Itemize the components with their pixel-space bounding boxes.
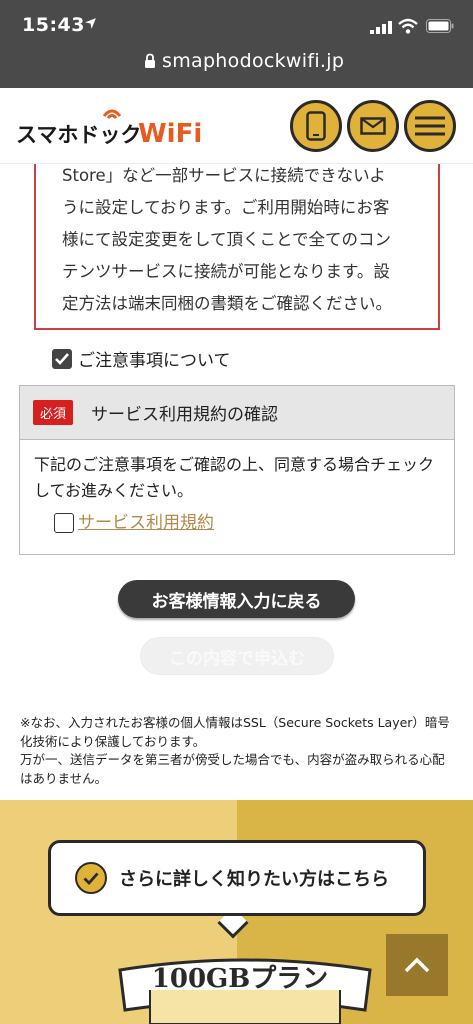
wifi-icon	[398, 18, 418, 34]
terms-section-title: サービス利用規約の確認	[91, 405, 279, 425]
checkmark-icon	[55, 352, 69, 365]
status-bar: 15:43	[0, 0, 473, 44]
scroll-to-top-button[interactable]	[386, 934, 448, 996]
logo-text-wifi: WiFi	[138, 119, 202, 149]
notice-line: テンツサービスに接続が可能となります。設	[62, 262, 390, 281]
phone-icon	[306, 111, 326, 141]
mail-icon	[360, 117, 386, 135]
check-circle-icon	[75, 862, 107, 894]
terms-checkbox-row[interactable]: サービス利用規約	[54, 510, 444, 536]
notice-line: 定方法は端末同梱の書類をご確認ください。	[62, 294, 392, 313]
url-text: smaphodockwifi.jp	[162, 50, 345, 72]
battery-icon	[426, 19, 454, 33]
notice-line: Store」など一部サービスに接続できないよ	[62, 166, 386, 185]
terms-instructions: 下記のご注意事項をご確認の上、同意する場合チェックしてお進みください。	[34, 455, 435, 500]
terms-section-body: 下記のご注意事項をご確認の上、同意する場合チェックしてお進みください。 サービス…	[20, 440, 454, 536]
terms-checkbox[interactable]	[54, 513, 74, 533]
notice-line: 様にて設定変更をして頂くことで全てのコン	[62, 230, 392, 249]
notes-confirm-label: ご注意事項について	[78, 351, 231, 371]
site-logo[interactable]: スマホドック WiFi	[16, 102, 216, 152]
notes-confirm-row[interactable]: ご注意事項について	[52, 346, 231, 371]
hamburger-icon	[415, 116, 445, 136]
footnote-line-2: 万が一、送信データを第三者が傍受した場合でも、内容が盗み取られる心配はありません…	[20, 752, 445, 786]
terms-agreement-section: 必須 サービス利用規約の確認 下記のご注意事項をご確認の上、同意する場合チェック…	[19, 385, 455, 555]
notice-text: Store」など一部サービスに接続できないよ うに設定しております。ご利用開始時…	[62, 160, 420, 320]
security-footnote: ※なお、入力されたお客様の個人情報はSSL（Secure Sockets Lay…	[20, 714, 456, 788]
status-time: 15:43	[22, 14, 85, 36]
address-bar[interactable]: smaphodockwifi.jp	[0, 44, 473, 88]
more-info-bubble[interactable]: さらに詳しく知りたい方はこちら	[48, 840, 426, 916]
footnote-line-1: ※なお、入力されたお客様の個人情報はSSL（Secure Sockets Lay…	[20, 715, 450, 749]
cellular-signal-icon	[370, 21, 392, 34]
terms-link[interactable]: サービス利用規約	[78, 510, 214, 536]
browser-chrome: 15:43 smaphodockwifi.jp	[0, 0, 473, 88]
plan-title: 100GBプラン	[151, 964, 329, 994]
logo-text-main: スマホドック	[16, 123, 141, 147]
notice-box: Store」など一部サービスに接続できないよ うに設定しております。ご利用開始時…	[34, 164, 440, 330]
phone-button[interactable]	[290, 100, 342, 152]
more-info-text: さらに詳しく知りたい方はこちら	[119, 869, 389, 890]
notice-line: うに設定しております。ご利用開始時にお客	[62, 198, 390, 217]
notes-confirm-checkbox[interactable]	[52, 348, 72, 369]
terms-section-header: 必須 サービス利用規約の確認	[20, 386, 454, 440]
back-to-customer-info-button[interactable]: お客様情報入力に戻る	[118, 580, 355, 618]
lock-icon	[145, 53, 155, 68]
chevron-up-icon	[404, 957, 430, 973]
mail-button[interactable]	[347, 100, 399, 152]
menu-button[interactable]	[404, 100, 456, 152]
location-arrow-icon	[85, 18, 96, 29]
submit-application-button[interactable]: この内容で申込む	[140, 637, 334, 675]
required-badge: 必須	[33, 400, 74, 425]
site-header: スマホドック WiFi	[0, 88, 473, 164]
